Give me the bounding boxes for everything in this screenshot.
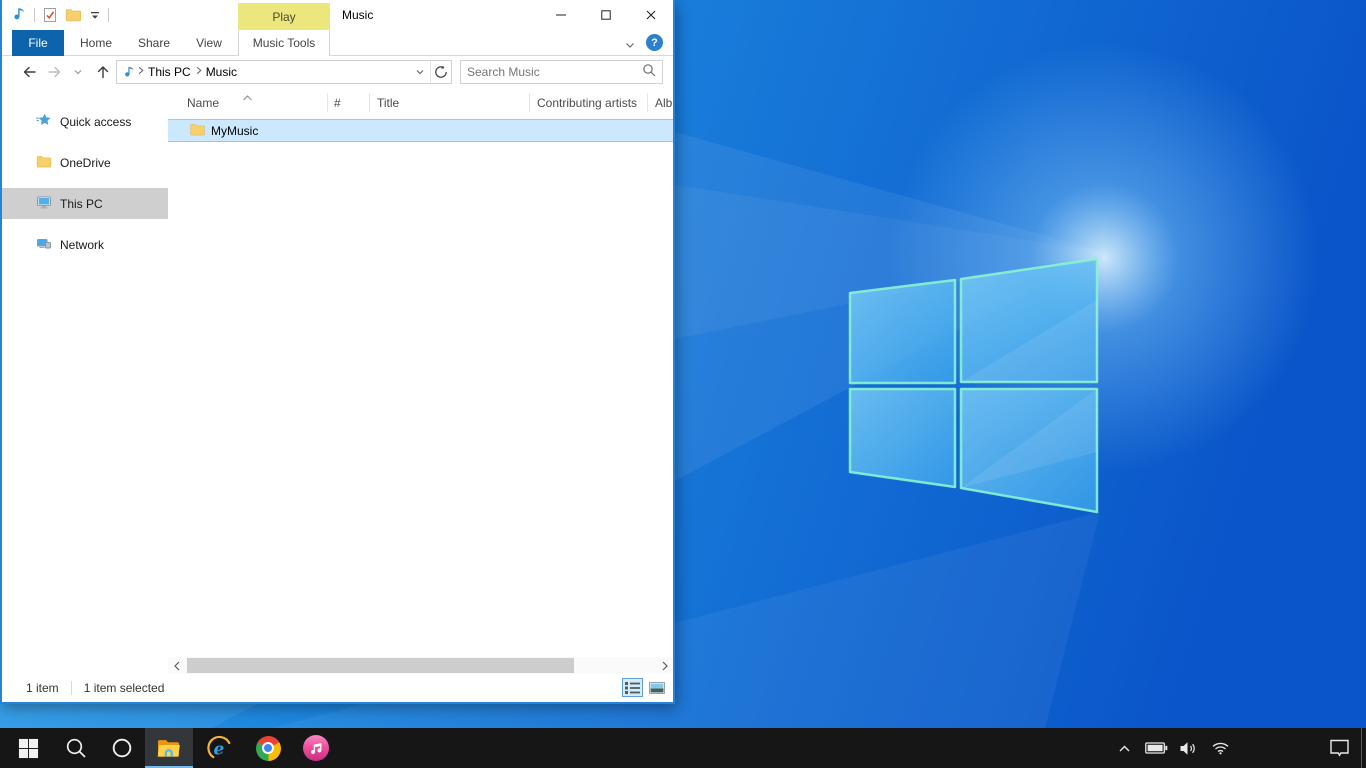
sort-ascending-caret-icon [242,90,253,104]
cortana-button[interactable] [98,728,146,768]
column-header-album[interactable]: Alb [655,96,672,110]
chrome-icon [256,736,281,761]
breadcrumb-chevron-icon [136,65,145,79]
svg-text:e: e [213,739,224,759]
start-button[interactable] [4,728,52,768]
column-separator[interactable] [369,93,370,112]
quick-access-toolbar [12,0,109,30]
column-header-name[interactable]: Name [187,96,219,110]
contextual-tab-header-play[interactable]: Play [238,3,330,30]
address-bar[interactable]: This PC Music [116,60,452,84]
show-desktop-button[interactable] [1361,728,1366,768]
sidebar-item-label: Quick access [60,115,131,129]
sidebar-item-label: OneDrive [60,156,111,170]
search-icon[interactable] [642,63,656,82]
column-headers: Name # Title Contributing artists Alb [168,88,673,117]
status-bar: 1 item 1 item selected [2,674,673,702]
collapse-ribbon-chevron-icon[interactable] [625,37,635,55]
status-separator [71,681,72,695]
explorer-window: Play Music File Home Share View Music To… [0,0,675,704]
tab-view[interactable]: View [186,30,232,56]
new-folder-button[interactable] [65,7,82,23]
scroll-left-arrow[interactable] [168,657,185,674]
forward-button[interactable] [44,61,66,83]
volume-icon[interactable] [1176,728,1200,768]
horizontal-scrollbar[interactable] [168,657,673,674]
navigation-pane: Quick access OneDrive This PC [2,88,168,674]
file-row-mymusic[interactable]: MyMusic [168,119,673,142]
recent-locations-chevron[interactable] [70,61,86,83]
sidebar-item-label: This PC [60,197,103,211]
sidebar-item-network[interactable]: Network [2,229,168,260]
maximize-button[interactable] [583,0,628,30]
chrome-button[interactable] [244,728,292,768]
taskbar: e [0,728,1366,768]
tab-home[interactable]: Home [70,30,122,56]
breadcrumb-this-pc[interactable]: This PC [145,65,194,79]
back-button[interactable] [18,61,40,83]
sidebar-item-onedrive[interactable]: OneDrive [2,147,168,178]
refresh-button[interactable] [431,61,451,83]
minimize-button[interactable] [538,0,583,30]
column-header-contributing-artists[interactable]: Contributing artists [537,96,637,110]
sidebar-item-label: Network [60,238,104,252]
file-list-pane: Name # Title Contributing artists Alb My… [168,88,673,674]
file-explorer-taskbar-button[interactable] [145,728,193,768]
large-icons-view-button[interactable] [646,678,667,697]
desktop: Play Music File Home Share View Music To… [0,0,1366,768]
itunes-icon [303,735,329,761]
battery-icon[interactable] [1144,728,1168,768]
folder-icon [189,122,206,140]
navigation-bar: This PC Music [2,56,673,88]
column-separator[interactable] [327,93,328,112]
folder-icon [36,154,52,172]
breadcrumb-music[interactable]: Music [203,65,240,79]
item-count: 1 item [26,681,59,695]
search-taskbar-button[interactable] [52,728,100,768]
window-title: Music [342,0,373,30]
search-input[interactable] [467,65,642,79]
customize-qat-chevron[interactable] [89,9,101,21]
tab-share[interactable]: Share [128,30,180,56]
tab-file[interactable]: File [12,30,64,56]
music-note-icon [12,5,27,26]
content-area: Quick access OneDrive This PC [2,88,673,674]
column-separator[interactable] [529,93,530,112]
help-button[interactable]: ? [646,34,663,51]
properties-button[interactable] [42,7,58,23]
ribbon-tabs: File Home Share View Music Tools ? [2,30,673,56]
music-note-icon [123,64,136,81]
column-separator[interactable] [647,93,648,112]
hidden-icons-chevron[interactable] [1112,728,1136,768]
qat-separator [108,8,109,22]
qat-separator [34,8,35,22]
itunes-button[interactable] [292,728,340,768]
monitor-icon [36,194,52,213]
column-header-number[interactable]: # [334,96,341,110]
sidebar-item-this-pc[interactable]: This PC [2,188,168,219]
search-box [460,60,663,84]
titlebar[interactable]: Play Music [2,0,673,30]
quick-access-star-icon [36,112,52,131]
system-tray [1112,728,1232,768]
breadcrumb-chevron-icon [194,65,203,79]
close-button[interactable] [628,0,673,30]
internet-explorer-button[interactable]: e [196,728,244,768]
details-view-button[interactable] [622,678,643,697]
up-button[interactable] [92,61,114,83]
action-center-icon[interactable] [1324,728,1354,768]
scroll-right-arrow[interactable] [656,657,673,674]
column-header-title[interactable]: Title [377,96,399,110]
window-controls [538,0,673,30]
file-name: MyMusic [211,124,258,138]
selection-status: 1 item selected [84,681,165,695]
scrollbar-thumb[interactable] [187,658,574,673]
address-dropdown-chevron[interactable] [410,61,430,83]
sidebar-item-quick-access[interactable]: Quick access [2,106,168,137]
wifi-icon[interactable] [1208,728,1232,768]
tab-music-tools[interactable]: Music Tools [238,30,330,56]
network-computer-icon [36,235,52,254]
